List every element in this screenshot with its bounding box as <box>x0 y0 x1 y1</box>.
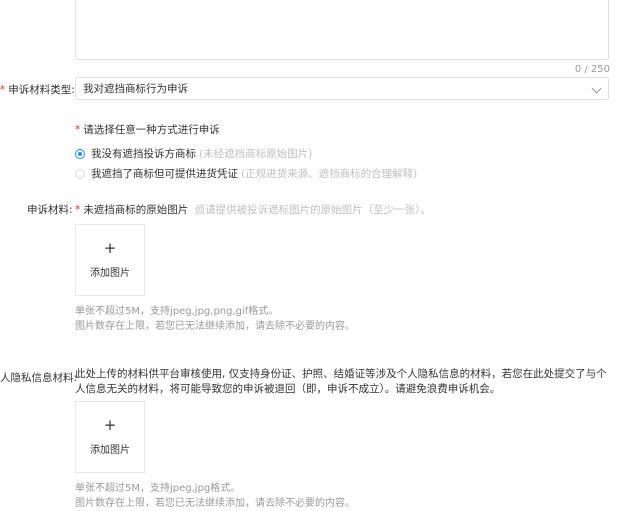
radio-option-label: 我遮挡了商标但可提供进货凭证 <box>91 168 238 180</box>
materials-title: * 未遮挡商标的原始图片 烦请提供被投诉遮标图片的原始图片（至少一张）。 <box>75 202 431 217</box>
radio-option-label: 我没有遮挡投诉方商标 <box>91 148 196 160</box>
method-title: * 请选择任意一种方式进行申诉 <box>75 122 220 137</box>
privacy-note-2: 图片数存在上限，若您已无法继续添加，请去除不必要的内容。 <box>75 498 355 509</box>
char-counter: 0 / 250 <box>574 64 610 75</box>
plus-icon: + <box>103 416 117 434</box>
appeal-type-select[interactable]: 我对遮挡商标行为申诉 <box>75 77 609 100</box>
privacy-upload-button[interactable]: + 添加图片 <box>75 401 145 473</box>
materials-upload-button[interactable]: + 添加图片 <box>75 224 145 296</box>
appeal-type-value: 我对遮挡商标行为申诉 <box>83 83 188 95</box>
privacy-description: 此处上传的材料供平台审核使用, 仅支持身份证、护照、结婚证等涉及个人隐私信息的材… <box>75 368 607 395</box>
appeal-type-label-text: 申诉材料类型: <box>8 84 75 96</box>
required-mark: * <box>75 124 81 136</box>
radio-checked-icon[interactable] <box>75 148 85 159</box>
required-mark: * <box>0 84 6 96</box>
materials-note-2: 图片数存在上限，若您已无法继续添加，请去除不必要的内容。 <box>75 321 355 332</box>
materials-title-text: 未遮挡商标的原始图片 <box>83 204 189 216</box>
upload-label: 添加图片 <box>90 268 130 279</box>
radio-option-hint: (正规进货来源、遮挡商标的合理解释) <box>241 168 418 180</box>
radio-unchecked-icon[interactable] <box>75 168 85 179</box>
radio-option-with-receipt[interactable]: 我遮挡了商标但可提供进货凭证 (正规进货来源、遮挡商标的合理解释) <box>75 166 417 181</box>
radio-option-no-cover[interactable]: 我没有遮挡投诉方商标 (未经遮挡商标原始图片) <box>75 146 312 161</box>
materials-hint: 烦请提供被投诉遮标图片的原始图片（至少一张）。 <box>194 204 431 216</box>
privacy-note-1: 单张不超过5M，支持jpeg,jpg格式。 <box>75 483 241 494</box>
upload-label: 添加图片 <box>90 445 130 456</box>
method-title-text: 请选择任意一种方式进行申诉 <box>83 124 220 136</box>
description-textarea[interactable] <box>75 0 609 60</box>
materials-note-1: 单张不超过5M，支持jpeg,jpg,png,gif格式。 <box>75 306 279 317</box>
materials-label: 申诉材料: <box>27 204 73 216</box>
plus-icon: + <box>103 239 117 257</box>
required-mark: * <box>75 204 81 216</box>
appeal-type-label: * 申诉材料类型: <box>0 82 75 97</box>
privacy-label: 人隐私信息材料: <box>0 372 78 384</box>
radio-option-hint: (未经遮挡商标原始图片) <box>199 148 313 160</box>
chevron-down-icon <box>591 83 602 94</box>
